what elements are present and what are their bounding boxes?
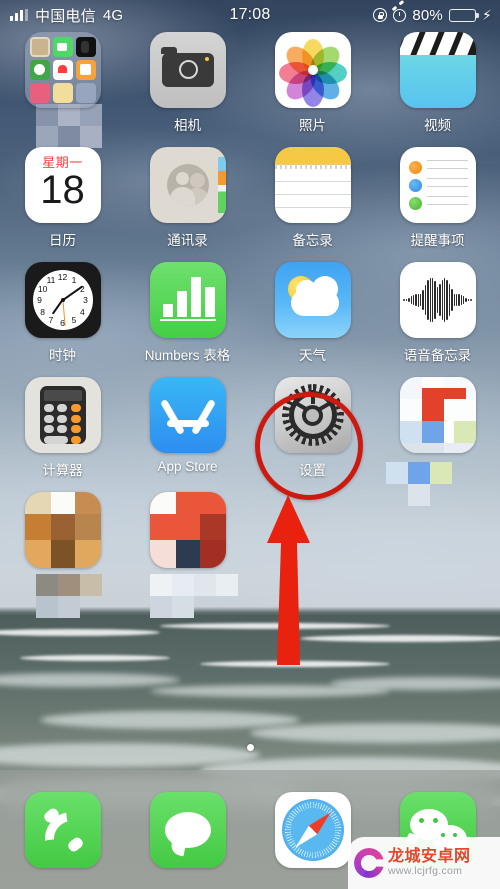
clock-numeral: 11	[46, 275, 56, 286]
app-label-numbers: Numbers 表格	[144, 348, 231, 363]
app-icon-settings[interactable]: 设置	[250, 377, 375, 492]
app-label-videos: 视频	[424, 118, 451, 133]
safari-compass-icon[interactable]	[274, 791, 351, 868]
watermark-logo-icon	[354, 848, 384, 878]
app-row-5	[0, 492, 500, 607]
app-row-1: 相机 照片 视频	[0, 32, 500, 147]
alarm-clock-icon	[393, 8, 407, 22]
app-label-camera: 相机	[174, 118, 201, 133]
clock-numeral: 4	[80, 306, 85, 317]
status-bar-clock: 17:08	[229, 6, 271, 23]
phone-icon[interactable]	[24, 791, 101, 868]
app-label-contacts: 通讯录	[167, 233, 208, 248]
weather-icon[interactable]	[274, 262, 351, 338]
messages-icon[interactable]	[149, 791, 226, 868]
app-icon-censored-app-2[interactable]	[0, 492, 125, 607]
app-store-icon[interactable]	[149, 377, 226, 453]
clock-numeral: 6	[60, 318, 65, 328]
app-icon-videos[interactable]: 视频	[375, 32, 500, 147]
settings-icon[interactable]	[274, 377, 351, 453]
pointer-arrow-icon	[267, 495, 310, 665]
folder-icon[interactable]	[24, 32, 101, 108]
clock-numeral: 1	[71, 275, 77, 286]
app-icon-voice-memos[interactable]: 语音备忘录	[375, 262, 500, 377]
calculator-icon[interactable]	[24, 377, 101, 453]
dock-item-phone[interactable]	[0, 791, 125, 868]
app-slot-empty-2	[375, 492, 500, 607]
app-icon-photos[interactable]: 照片	[250, 32, 375, 147]
app-icon-censored-app-1[interactable]	[375, 377, 500, 492]
page-dot-1[interactable]	[246, 744, 254, 751]
app-row-2: 星期一 18 日历 通讯录 备忘录 提醒事项	[0, 147, 500, 262]
app-icon-folder[interactable]	[0, 32, 125, 147]
app-label-calendar: 日历	[49, 233, 76, 248]
clock-numeral: 5	[71, 314, 77, 325]
app-grid: 相机 照片 视频 星期一 18 日历 通讯录 备忘录 提醒事项 12 1 2 3…	[0, 32, 500, 607]
app-label-photos: 照片	[299, 118, 326, 133]
watermark-title: 龙城安卓网	[388, 848, 471, 866]
reminders-icon[interactable]	[399, 147, 476, 223]
censored-app-icon-2[interactable]	[24, 492, 101, 568]
app-icon-notes[interactable]: 备忘录	[250, 147, 375, 262]
clock-numeral: 2	[80, 283, 85, 294]
app-icon-app-store[interactable]: App Store	[125, 377, 250, 492]
app-label-weather: 天气	[299, 348, 326, 363]
clock-numeral: 8	[40, 306, 45, 317]
numbers-icon[interactable]	[149, 262, 226, 338]
app-icon-weather[interactable]: 天气	[250, 262, 375, 377]
app-row-4: 计算器 App Store 设置	[0, 377, 500, 492]
calendar-day: 18	[40, 168, 85, 212]
app-icon-calculator[interactable]: 计算器	[0, 377, 125, 492]
app-icon-calendar[interactable]: 星期一 18 日历	[0, 147, 125, 262]
clock-icon[interactable]: 12 1 2 3 4 5 6 7 8 9 10 11	[24, 262, 101, 338]
app-icon-contacts[interactable]: 通讯录	[125, 147, 250, 262]
app-label-notes: 备忘录	[292, 233, 333, 248]
clock-numeral: 7	[48, 314, 54, 325]
clock-numeral: 12	[57, 272, 68, 282]
voice-memos-icon[interactable]	[399, 262, 476, 338]
app-icon-numbers[interactable]: Numbers 表格	[125, 262, 250, 377]
photos-icon[interactable]	[274, 32, 351, 108]
censored-app-icon-3[interactable]	[149, 492, 226, 568]
watermark-url: www.lcjrfg.com	[388, 864, 463, 877]
app-label-reminders: 提醒事项	[410, 233, 465, 248]
app-icon-camera[interactable]: 相机	[125, 32, 250, 147]
app-icon-clock[interactable]: 12 1 2 3 4 5 6 7 8 9 10 11 时钟	[0, 262, 125, 377]
camera-icon[interactable]	[149, 32, 226, 108]
app-label-app-store: App Store	[157, 459, 218, 474]
page-indicator[interactable]	[0, 744, 500, 751]
app-label-clock: 时钟	[49, 348, 76, 363]
app-icon-censored-app-3[interactable]	[125, 492, 250, 607]
status-bar: 中国电信 4G 17:08 80% ⚡	[0, 0, 500, 30]
clock-numeral: 3	[83, 295, 88, 305]
app-icon-reminders[interactable]: 提醒事项	[375, 147, 500, 262]
contacts-icon[interactable]	[149, 147, 226, 223]
app-label-calculator: 计算器	[42, 463, 83, 478]
app-label-voice-memos: 语音备忘录	[403, 348, 472, 363]
calendar-icon[interactable]: 星期一 18	[24, 147, 101, 223]
clock-numeral: 9	[37, 295, 42, 305]
videos-icon[interactable]	[399, 32, 476, 108]
censored-app-icon-1[interactable]	[399, 377, 476, 453]
battery-icon	[448, 8, 479, 22]
dock-item-messages[interactable]	[125, 791, 250, 868]
notes-icon[interactable]	[274, 147, 351, 223]
app-label-settings: 设置	[299, 463, 326, 478]
app-row-3: 12 1 2 3 4 5 6 7 8 9 10 11 时钟 Numbers 表格 天气	[0, 262, 500, 377]
site-watermark: 龙城安卓网 www.lcjrfg.com	[348, 837, 500, 889]
